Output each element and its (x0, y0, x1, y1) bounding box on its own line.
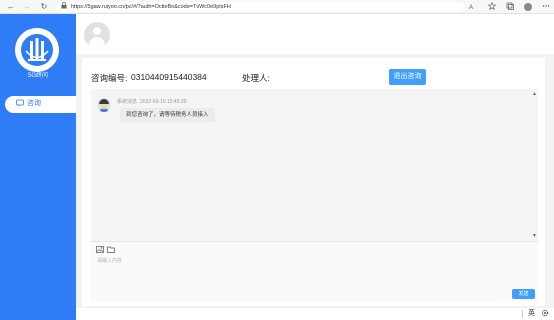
tax-logo (15, 28, 59, 72)
sidebar: 5G终问 咨询 (0, 14, 76, 320)
consult-number-label: 咨询编号: (91, 73, 128, 83)
message-sender: 系统消息 (117, 99, 138, 105)
folder-icon[interactable] (107, 246, 116, 254)
reload-icon[interactable]: ↻ (39, 2, 49, 12)
address-bar[interactable]: https://5gaw.ruiyoo.cn/pc/#/?auth=OctieB… (56, 2, 464, 12)
scroll-up-icon[interactable]: ▲ (532, 91, 537, 97)
handler-label: 处理人: (242, 73, 270, 83)
main-content: 咨询编号: 0310440915440384 处理人: 退出咨询 系统消息 202… (76, 54, 554, 308)
sidebar-item-consult[interactable]: 咨询 (5, 96, 76, 113)
message-input-area[interactable]: 请输入内容 发送 (91, 241, 538, 302)
building-icon (25, 38, 49, 61)
chat-history[interactable]: 系统消息 2022-03-10 15:45:39 到您咨询了，请等待税务人员接入 … (91, 89, 538, 241)
chat-scrollbar[interactable]: ▲ ▼ (532, 89, 538, 241)
user-avatar[interactable] (84, 22, 110, 48)
chat-bubble-icon (16, 99, 24, 110)
read-aloud-icon[interactable]: A (468, 2, 478, 12)
end-consult-button[interactable]: 退出咨询 (389, 69, 426, 85)
system-tray: 英 (76, 308, 554, 320)
sidebar-item-label: 咨询 (27, 100, 41, 107)
message-bubble: 到您咨询了，请等待税务人员接入 (120, 108, 215, 122)
message-meta: 系统消息 2022-03-10 15:45:39 (117, 98, 189, 105)
send-button[interactable]: 发送 (512, 289, 535, 299)
top-header (76, 14, 554, 54)
gear-icon[interactable] (541, 309, 549, 320)
more-menu-icon[interactable] (541, 2, 551, 12)
brand-name: 5G终问 (27, 73, 48, 79)
image-upload-icon[interactable] (96, 246, 105, 254)
consult-panel: 咨询编号: 0310440915440384 处理人: 退出咨询 系统消息 202… (82, 58, 545, 306)
lock-icon (61, 2, 67, 13)
tray-divider (522, 310, 523, 318)
profile-icon[interactable] (524, 3, 532, 11)
favorites-icon[interactable] (487, 1, 497, 12)
system-avatar (97, 98, 111, 112)
scroll-down-icon[interactable]: ▼ (532, 233, 537, 239)
browser-toolbar: ← → ↻ https://5gaw.ruiyoo.cn/pc/#/?auth=… (0, 0, 554, 14)
forward-icon[interactable]: → (22, 2, 32, 12)
message-time: 2022-03-10 15:45:39 (140, 99, 187, 105)
svg-text:A: A (469, 5, 473, 10)
message-input[interactable]: 请输入内容 (97, 257, 122, 264)
consult-number-value: 0310440915440384 (131, 72, 207, 82)
url-text: https://5gaw.ruiyoo.cn/pc/#/?auth=OctieB… (71, 4, 231, 10)
collections-icon[interactable] (505, 2, 515, 12)
ime-indicator[interactable]: 英 (528, 309, 535, 319)
back-icon[interactable]: ← (6, 2, 16, 12)
